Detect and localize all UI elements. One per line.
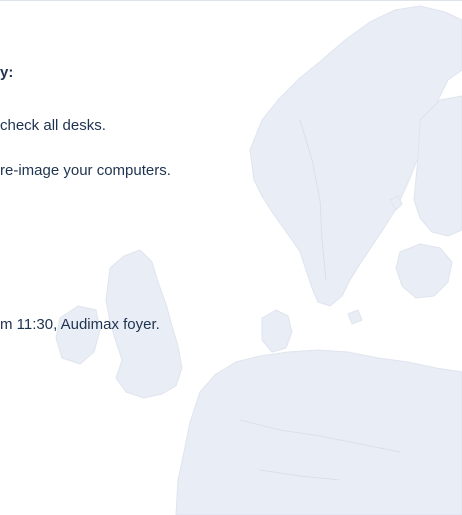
message-heading: y: xyxy=(0,64,14,81)
message-line: m 11:30, Audimax foyer. xyxy=(0,316,160,333)
message-line: check all desks. xyxy=(0,117,106,134)
message-line: re-image your computers. xyxy=(0,162,171,179)
message-panel: y: check all desks. re-image your comput… xyxy=(0,0,462,515)
